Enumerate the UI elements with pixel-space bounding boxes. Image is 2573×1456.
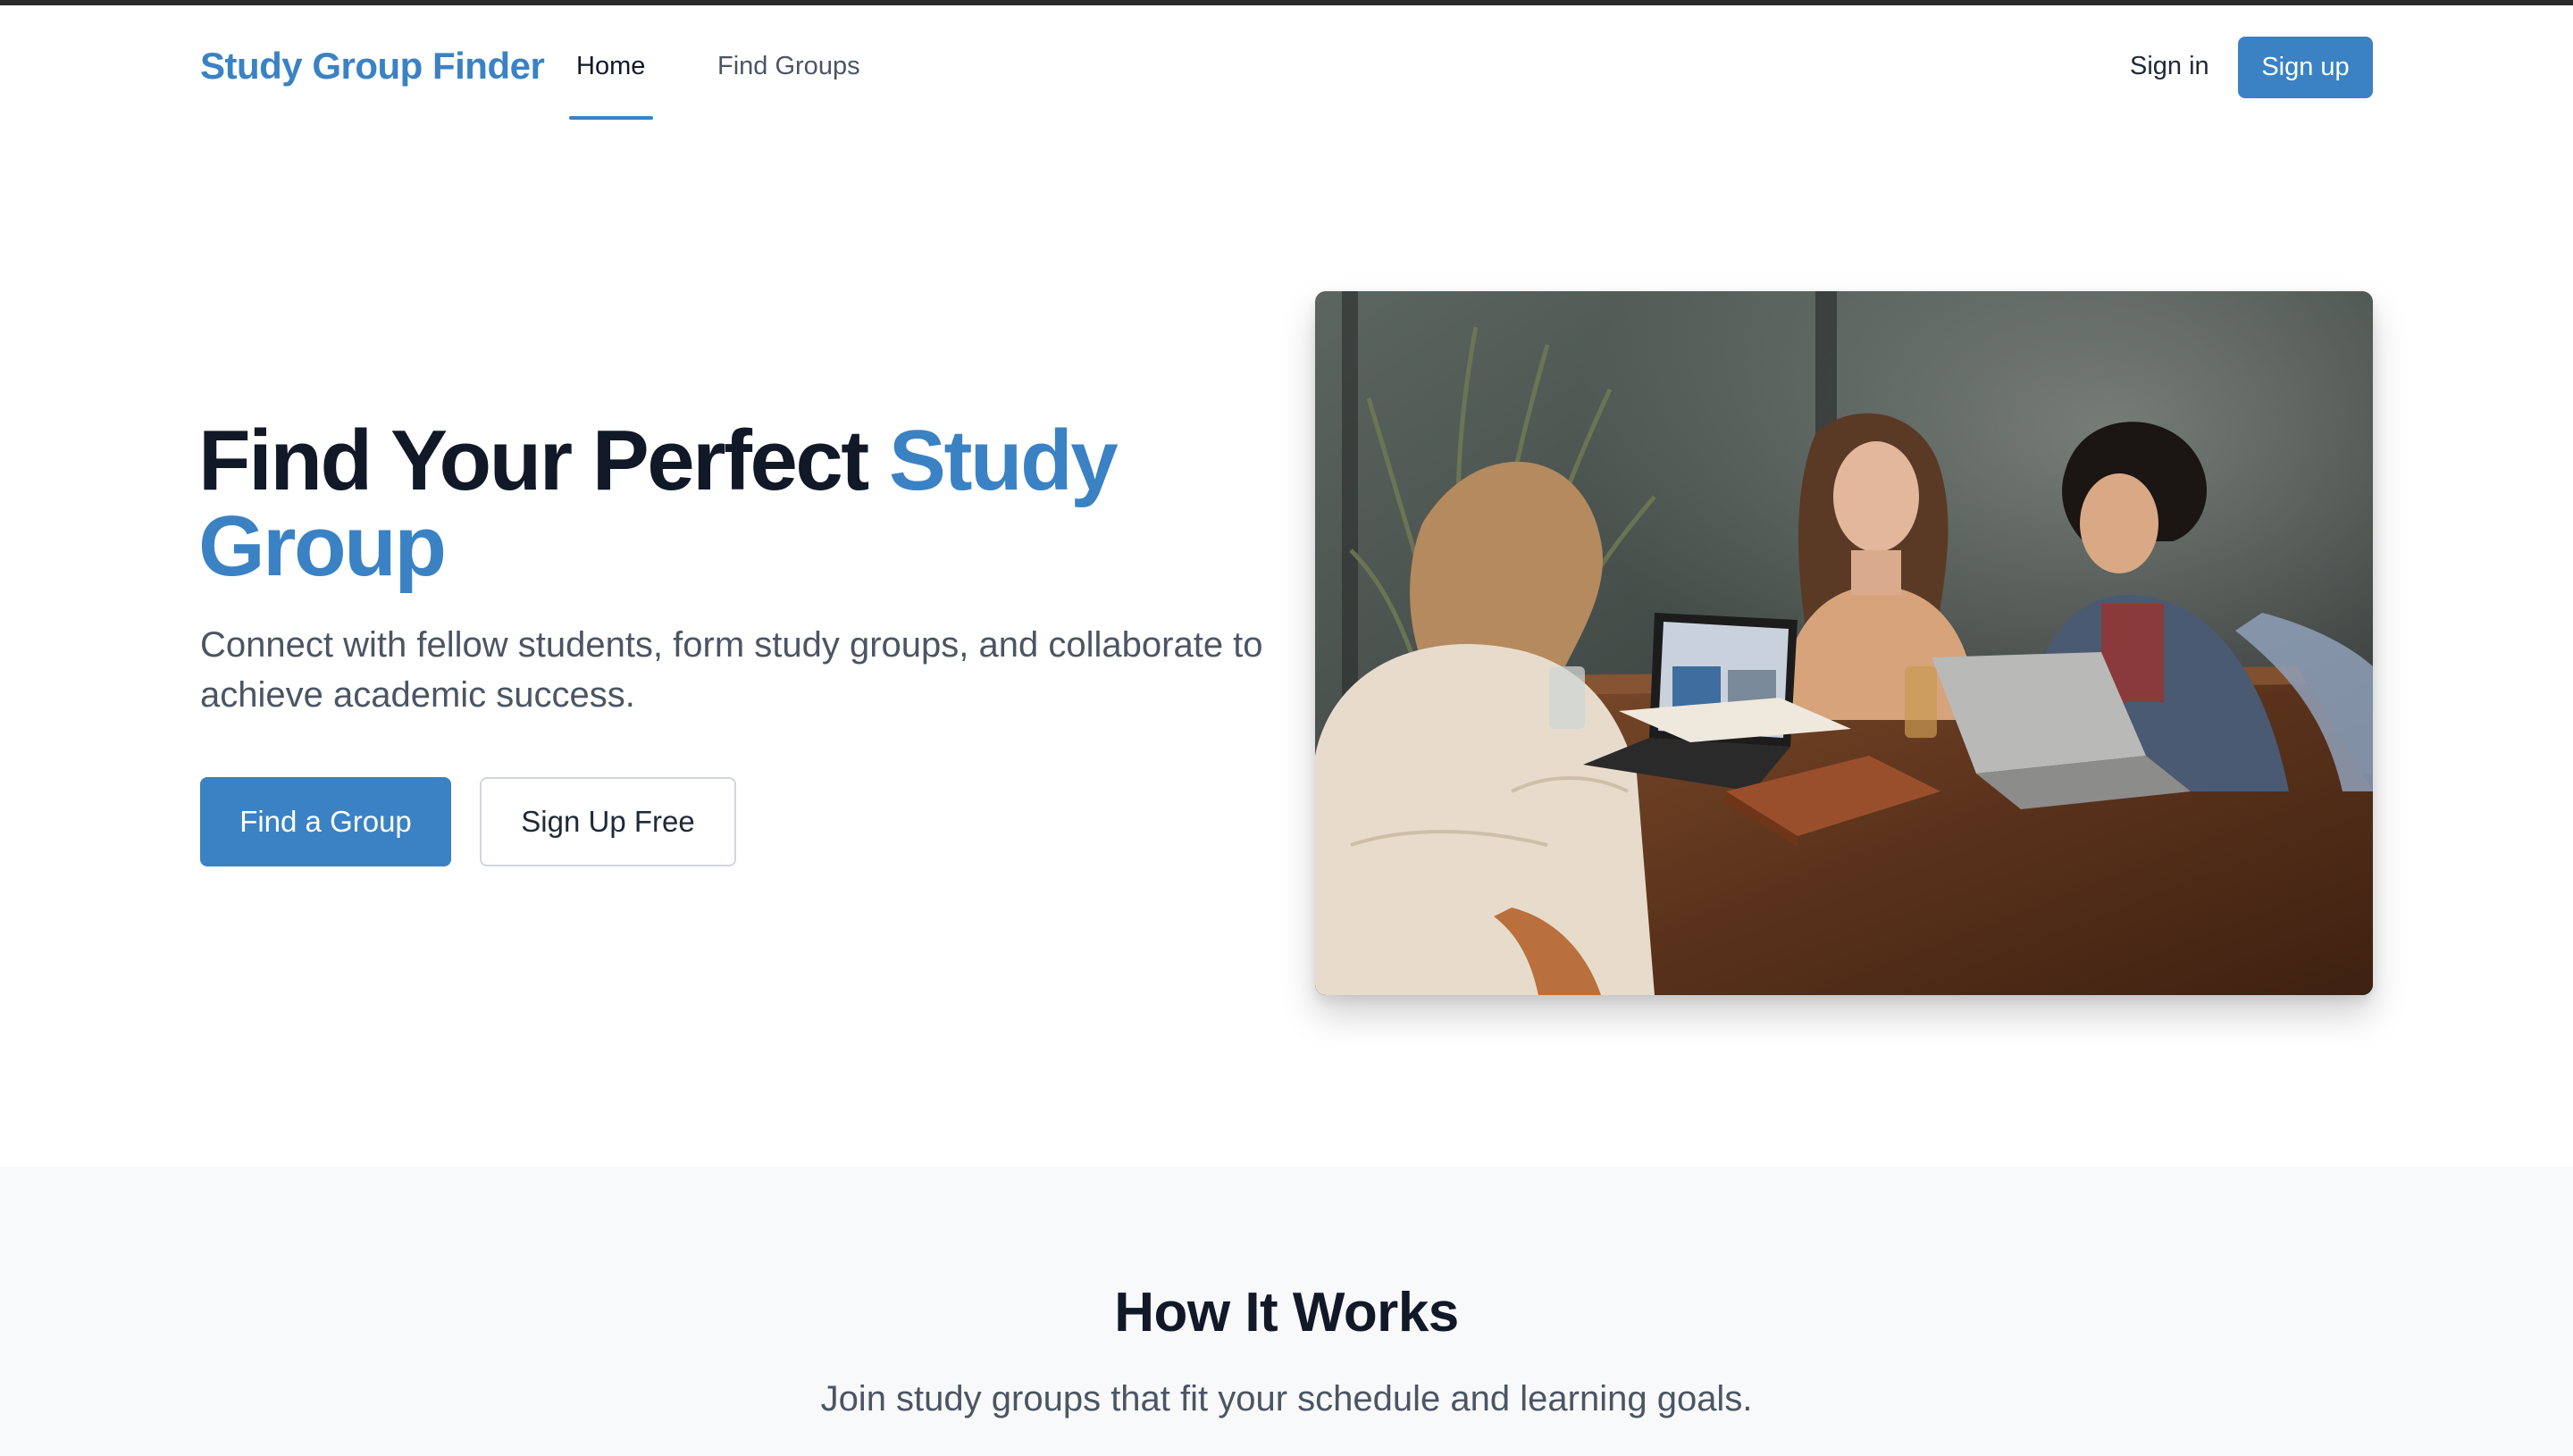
active-nav-indicator [569,116,653,120]
how-it-works-title: How It Works [1114,1282,1459,1343]
how-it-works-section: How It Works Join study groups that fit … [0,1167,2573,1456]
navbar: Study Group Finder Home Find Groups Sign… [0,5,2573,120]
find-a-group-button[interactable]: Find a Group [200,777,451,866]
hero-subtitle: Connect with fellow students, form study… [200,625,1263,715]
sign-up-button[interactable]: Sign up [2238,37,2373,98]
sign-up-free-button[interactable]: Sign Up Free [480,777,736,866]
nav-link-find-groups[interactable]: Find Groups [717,48,860,84]
hero-title: Find Your Perfect Study Group [198,418,1270,590]
sign-in-link[interactable]: Sign in [2130,48,2209,84]
hero-photo [1315,291,2373,995]
brand-logo-link[interactable]: Study Group Finder [200,43,545,89]
nav-link-home[interactable]: Home [576,48,645,84]
hero-title-main: Find Your Perfect [198,413,869,508]
how-it-works-subtitle: Join study groups that fit your schedule… [820,1379,1753,1418]
